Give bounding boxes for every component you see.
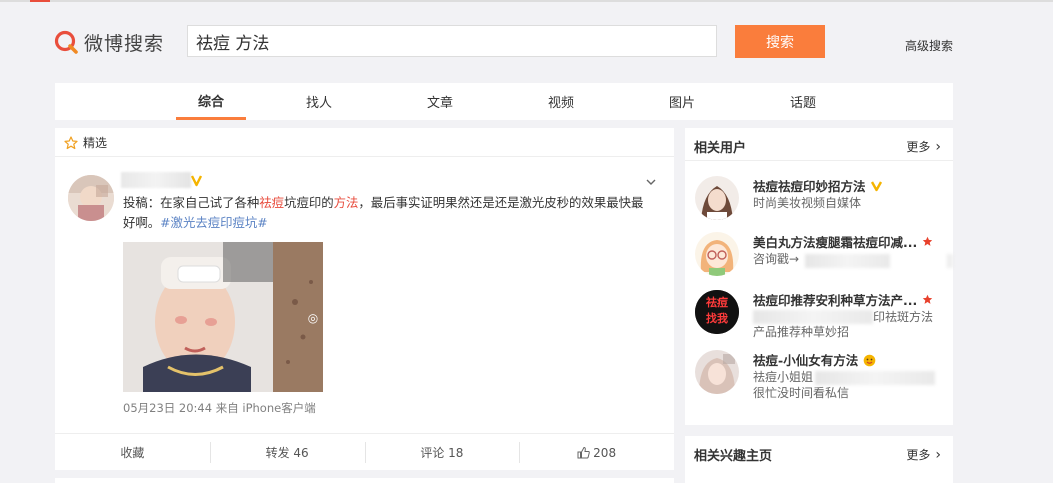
like-button[interactable]: 208 xyxy=(519,434,674,471)
user-avatar[interactable]: 祛痘 找我 xyxy=(695,290,739,334)
post-text: 投稿：在家自己试了各种祛痘坑痘印的方法，最后事实证明果然还是还是激光皮秒的效果最… xyxy=(123,193,653,233)
svg-text:◎: ◎ xyxy=(308,311,318,325)
advanced-search-link[interactable]: 高级搜索 xyxy=(905,37,953,54)
user-desc: 印祛斑方法 xyxy=(873,310,934,324)
more-label: 更多 xyxy=(906,140,931,154)
repost-button[interactable]: 转发 46 xyxy=(209,434,365,471)
user-name: 祛痘祛痘印妙招方法 xyxy=(753,176,883,195)
more-label: 更多 xyxy=(906,448,931,462)
related-user-item[interactable]: 祛痘祛痘印妙招方法 时尚美妆视频自媒体 xyxy=(685,176,953,232)
related-users-title: 相关用户 xyxy=(694,141,747,156)
post-text-mid: 坑痘印的 xyxy=(284,195,334,210)
search-logo-icon xyxy=(54,29,80,55)
comment-button[interactable]: 评论 18 xyxy=(364,434,520,471)
divider xyxy=(685,160,953,161)
chevron-right-icon: › xyxy=(935,446,941,463)
tab-images[interactable]: 图片 xyxy=(647,83,717,120)
featured-header: 精选 xyxy=(64,134,107,151)
tab-videos[interactable]: 视频 xyxy=(526,83,596,120)
tab-comprehensive[interactable]: 综合 xyxy=(176,83,246,120)
verified-gold-icon xyxy=(870,181,882,192)
repost-label: 转发 46 xyxy=(265,446,309,460)
post-actions: 收藏 转发 46 评论 18 208 xyxy=(55,433,674,471)
author-avatar[interactable] xyxy=(68,175,114,221)
chevron-right-icon: › xyxy=(935,138,941,155)
verified-red-star-icon xyxy=(922,294,932,304)
search-box[interactable] xyxy=(187,25,717,57)
post-image[interactable]: ◎ xyxy=(123,242,323,392)
author-name-blurred[interactable] xyxy=(121,172,191,188)
logo-text: 微博搜索 xyxy=(84,32,165,55)
related-interest-title: 相关兴趣主页 xyxy=(694,449,773,464)
related-interest-more[interactable]: 更多 › xyxy=(906,446,941,463)
user-desc: 很忙没时间看私信 xyxy=(753,386,850,400)
blurred-text xyxy=(753,310,873,324)
search-tabs: 综合 找人 文章 视频 图片 话题 xyxy=(55,83,953,120)
emoji-icon xyxy=(863,354,875,367)
featured-card: 精选 投稿：在家自己试了各种祛痘坑痘印的方法，最后事实证明果然还是还是激光皮秒的… xyxy=(55,128,674,470)
related-user-item[interactable]: 祛痘 找我 祛痘印推荐安利种草方法产... 印祛斑方法 产品推荐种草妙招 xyxy=(685,290,953,346)
avatar-text: 祛痘 xyxy=(706,296,728,309)
post-meta: 05月23日 20:44 来自 iPhone客户端 xyxy=(123,401,316,415)
featured-label: 精选 xyxy=(83,136,108,150)
user-name: 美白丸方法瘦腿霜祛痘印减... xyxy=(753,232,933,251)
top-border xyxy=(0,0,1053,2)
search-button[interactable]: 搜索 xyxy=(735,25,825,58)
user-desc: 时尚美妆视频自媒体 xyxy=(753,196,862,210)
tab-topics[interactable]: 话题 xyxy=(768,83,838,120)
user-avatar[interactable] xyxy=(695,176,739,220)
tab-articles[interactable]: 文章 xyxy=(405,83,475,120)
search-input[interactable] xyxy=(188,26,716,56)
next-card xyxy=(55,478,674,483)
tab-users[interactable]: 找人 xyxy=(284,83,354,120)
related-user-item[interactable]: 祛痘-小仙女有方法 祛痘小姐姐 很忙没时间看私信 xyxy=(685,350,953,406)
keyword-highlight: 方法 xyxy=(333,195,359,210)
avatar-text: 找我 xyxy=(706,312,728,325)
related-users-card: 相关用户 更多 › 祛痘祛痘印妙招方法 时尚美妆视频自媒体 美白丸方法瘦腿霜祛痘… xyxy=(685,128,953,425)
user-name-text: 祛痘印推荐安利种草方法产... xyxy=(753,293,918,308)
hashtag-link[interactable]: #激光去痘印痘坑# xyxy=(160,215,268,230)
user-avatar[interactable] xyxy=(695,232,739,276)
related-interest-card: 相关兴趣主页 更多 › xyxy=(685,436,953,483)
user-desc: 咨询戳→ xyxy=(753,252,800,266)
user-desc: 祛痘小姐姐 xyxy=(753,370,814,384)
user-name: 祛痘-小仙女有方法 xyxy=(753,350,876,369)
related-users-more[interactable]: 更多 › xyxy=(906,138,941,155)
user-name: 祛痘印推荐安利种草方法产... xyxy=(753,290,933,309)
like-count: 208 xyxy=(593,445,617,460)
star-icon xyxy=(64,135,78,149)
weibo-search-logo[interactable]: 微博搜索 xyxy=(54,27,164,57)
verified-gold-icon xyxy=(190,175,203,187)
keyword-highlight: 祛痘 xyxy=(259,195,285,210)
blurred-text xyxy=(805,254,890,268)
verified-red-star-icon xyxy=(922,236,932,246)
user-name-text: 祛痘祛痘印妙招方法 xyxy=(753,179,866,194)
thumbs-up-icon xyxy=(577,446,590,459)
user-name-text: 祛痘-小仙女有方法 xyxy=(753,353,859,368)
comment-label: 评论 18 xyxy=(420,446,464,460)
blurred-text xyxy=(815,371,935,385)
favorite-label: 收藏 xyxy=(120,446,145,460)
post-text-prefix: 投稿：在家自己试了各种 xyxy=(123,195,260,210)
chevron-down-icon[interactable] xyxy=(645,176,657,188)
user-name-text: 美白丸方法瘦腿霜祛痘印减... xyxy=(753,235,918,250)
favorite-button[interactable]: 收藏 xyxy=(55,434,210,471)
user-avatar[interactable] xyxy=(695,350,739,394)
user-desc: 产品推荐种草妙招 xyxy=(753,325,850,339)
related-user-item[interactable]: 美白丸方法瘦腿霜祛痘印减... 咨询戳→ xyxy=(685,232,953,288)
blurred-text xyxy=(947,254,953,268)
divider xyxy=(55,156,674,157)
